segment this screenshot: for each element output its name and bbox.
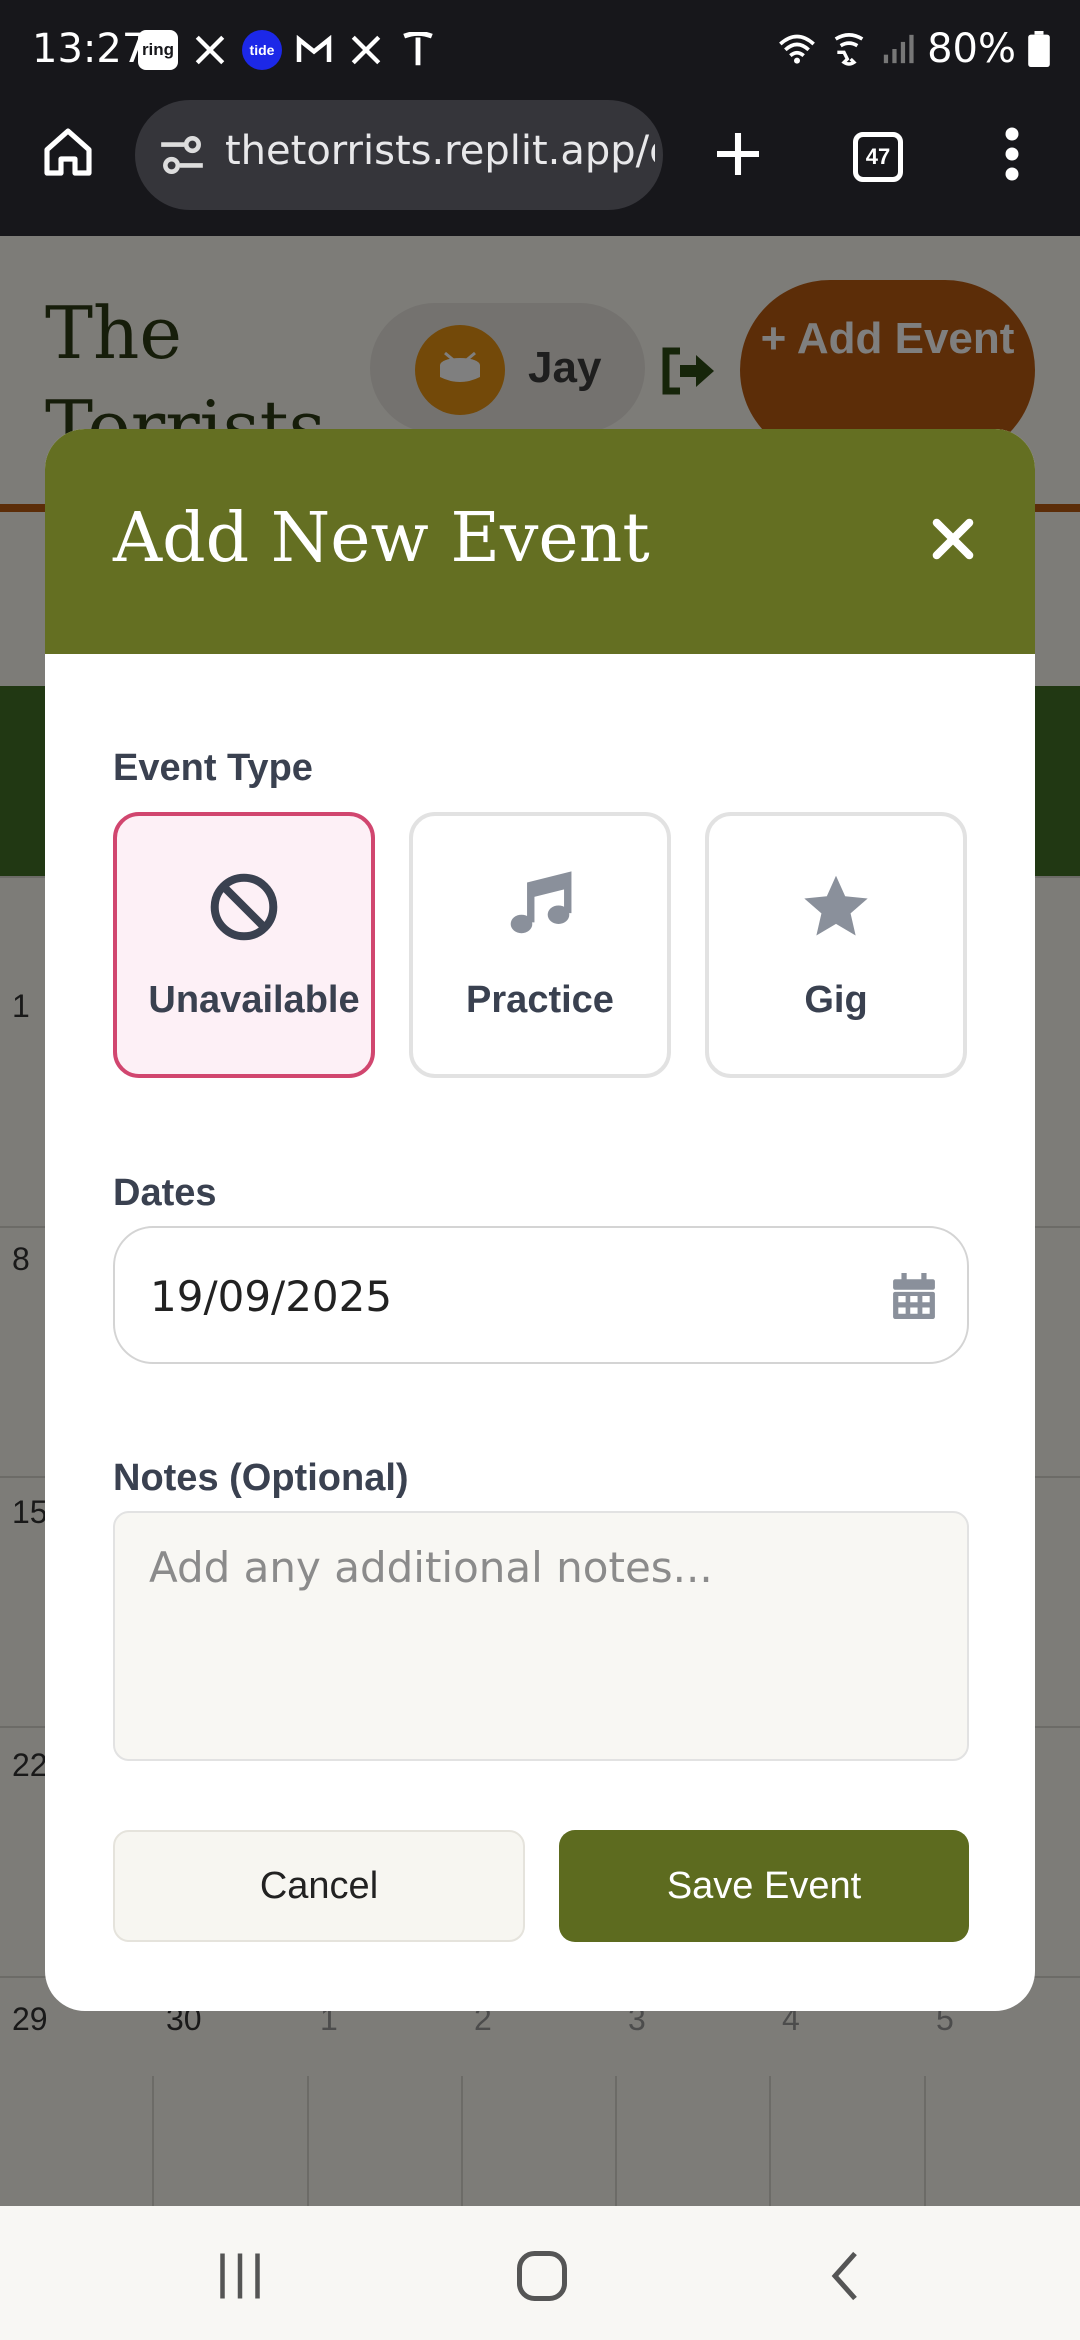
- address-bar[interactable]: thetorrists.replit.app/c: [135, 100, 663, 210]
- save-event-button[interactable]: Save Event: [559, 1830, 969, 1942]
- music-note-icon: [510, 871, 572, 934]
- modal-header: Add New Event: [45, 429, 1035, 654]
- home-icon[interactable]: [40, 124, 96, 180]
- x-logo-icon: [346, 30, 386, 70]
- close-icon[interactable]: [925, 511, 981, 567]
- add-event-modal: Add New Event Event Type Unavailable Pra…: [45, 429, 1035, 2011]
- home-nav-icon[interactable]: [512, 2246, 572, 2306]
- tesla-icon: [398, 30, 438, 70]
- event-type-label: Unavailable: [148, 979, 360, 1021]
- ring-icon: ring: [138, 30, 178, 70]
- date-input[interactable]: 19/09/2025: [113, 1226, 969, 1364]
- event-type-label: Event Type: [113, 747, 313, 789]
- tide-icon: tide: [242, 30, 282, 70]
- browser-toolbar: thetorrists.replit.app/c 47: [0, 100, 1080, 236]
- signal-icon: [883, 34, 914, 64]
- event-type-gig[interactable]: Gig: [705, 812, 967, 1078]
- calendar-icon[interactable]: [893, 1273, 935, 1319]
- back-icon[interactable]: [815, 2246, 875, 2306]
- url-text: thetorrists.replit.app/c: [225, 128, 655, 174]
- tab-switcher-button[interactable]: 47: [853, 132, 903, 182]
- wifi-calling-icon: [834, 33, 864, 66]
- status-bar: 13:27 ring tide 80%: [0, 0, 1080, 100]
- x-logo-icon: [190, 30, 230, 70]
- event-type-practice[interactable]: Practice: [409, 812, 671, 1078]
- new-tab-icon[interactable]: [710, 126, 766, 182]
- modal-title: Add New Event: [113, 499, 650, 578]
- notes-label: Notes (Optional): [113, 1457, 409, 1499]
- star-icon: [804, 875, 868, 936]
- dates-label: Dates: [113, 1172, 217, 1214]
- site-settings-icon[interactable]: [157, 130, 207, 180]
- event-type-label: Practice: [466, 979, 614, 1021]
- notes-textarea[interactable]: [113, 1511, 969, 1761]
- event-type-unavailable[interactable]: Unavailable: [113, 812, 375, 1078]
- recent-apps-icon[interactable]: [210, 2246, 270, 2306]
- battery-percent: 80%: [927, 26, 1016, 72]
- ban-icon: [210, 873, 278, 941]
- cancel-button[interactable]: Cancel: [113, 1830, 525, 1942]
- event-type-label: Gig: [804, 979, 868, 1021]
- system-status: 80%: [777, 26, 1050, 72]
- clock: 13:27: [32, 26, 148, 72]
- notification-icons: ring tide: [138, 30, 438, 70]
- system-nav-bar: [0, 2206, 1080, 2340]
- date-value: 19/09/2025: [150, 1272, 393, 1321]
- gmail-icon: [294, 30, 334, 70]
- more-menu-icon[interactable]: [990, 124, 1034, 184]
- battery-icon: [1028, 31, 1050, 67]
- wifi-icon: [779, 34, 815, 64]
